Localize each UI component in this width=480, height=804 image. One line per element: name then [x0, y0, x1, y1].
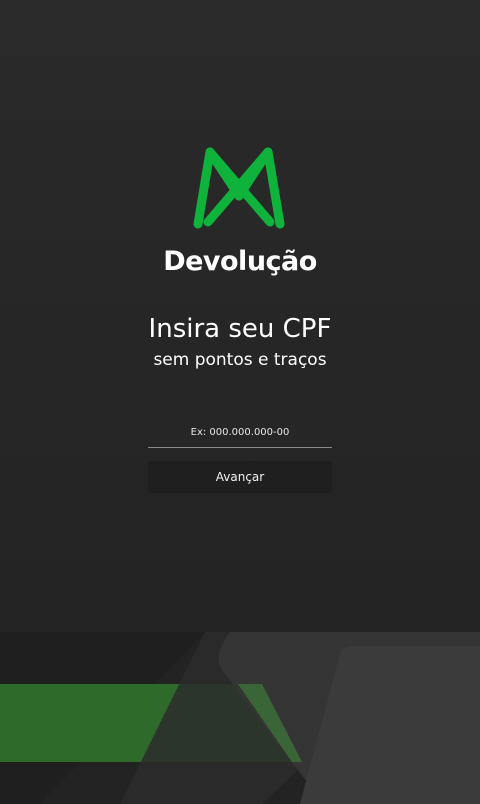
brand-title: Devolução	[163, 246, 317, 277]
advance-button[interactable]: Avançar	[148, 461, 332, 493]
m-logo-icon	[193, 147, 285, 229]
page-subheading: sem pontos e traços	[153, 350, 327, 370]
devolucao-screen: Devolução Insira seu CPF sem pontos e tr…	[0, 0, 480, 804]
background-decoration	[0, 630, 480, 804]
cpf-input[interactable]	[148, 418, 332, 448]
page-heading: Insira seu CPF	[148, 314, 332, 344]
